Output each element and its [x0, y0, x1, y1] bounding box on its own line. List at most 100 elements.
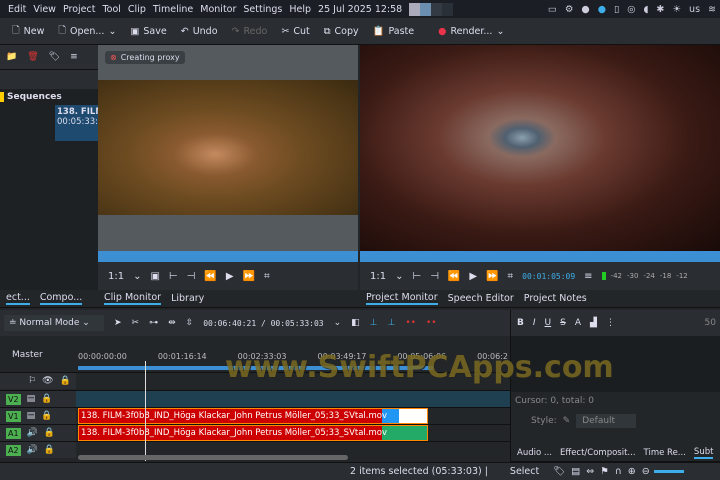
- new-button[interactable]: 🗋 New: [12, 23, 44, 39]
- cut-button[interactable]: ✂ Cut: [281, 26, 309, 37]
- horizontal-scrollbar[interactable]: [78, 455, 348, 460]
- flag-icon[interactable]: ⚑: [600, 466, 609, 477]
- magnet-icon[interactable]: ∩: [615, 466, 622, 477]
- menu-tool[interactable]: Tool: [102, 4, 120, 15]
- copy-button[interactable]: ⧉ Copy: [324, 26, 359, 37]
- menu-monitor[interactable]: Monitor: [200, 4, 236, 15]
- render-button[interactable]: ● Render... ⌄: [438, 26, 504, 37]
- film-icon[interactable]: ▤: [27, 411, 36, 421]
- video-clip[interactable]: 138. FILM-3f0b8_IND_Höga Klackar_John Pe…: [78, 408, 428, 424]
- clip-monitor-ruler[interactable]: [98, 251, 358, 262]
- audio-clip[interactable]: 138. FILM-3f0b8_IND_Höga Klackar_John Pe…: [78, 425, 428, 441]
- bluetooth-icon[interactable]: ✱: [657, 4, 665, 15]
- zoom-icon[interactable]: ⌗: [508, 271, 514, 282]
- tag-icon[interactable]: 🏷: [553, 466, 565, 477]
- color-icon[interactable]: ▟: [590, 318, 597, 328]
- overlay-icon[interactable]: ▣: [150, 271, 159, 282]
- insert-icon[interactable]: ⊥: [370, 318, 378, 328]
- set-in-icon[interactable]: ⊢: [169, 271, 178, 282]
- undo-button[interactable]: ↶ Undo: [181, 26, 218, 37]
- cancel-icon[interactable]: ⊗: [110, 53, 117, 62]
- menu-clip[interactable]: Clip: [128, 4, 146, 15]
- project-timecode[interactable]: 00:01:05:09: [522, 272, 575, 281]
- menu-project[interactable]: Project: [63, 4, 96, 15]
- forward-icon[interactable]: ⏩: [243, 271, 255, 282]
- project-monitor-ruler[interactable]: [360, 251, 720, 262]
- menu-view[interactable]: View: [33, 4, 56, 15]
- extract-icon[interactable]: ••: [426, 318, 437, 328]
- bin-folder-sequences[interactable]: Sequences: [0, 89, 98, 104]
- tab-effect-composition[interactable]: Effect/Composit...: [560, 448, 636, 458]
- media-icon[interactable]: ◎: [627, 4, 635, 15]
- paste-button[interactable]: 📋 Paste: [373, 26, 415, 37]
- menu-settings[interactable]: Settings: [243, 4, 282, 15]
- edit-mode-select[interactable]: ≐ Normal Mode ⌄: [4, 315, 104, 331]
- battery-icon[interactable]: ▯: [614, 4, 619, 15]
- keyboard-layout[interactable]: us: [689, 4, 700, 15]
- spacer-icon[interactable]: ⊶: [149, 318, 158, 328]
- workspace-pager[interactable]: [409, 2, 454, 16]
- tab-clip-monitor[interactable]: Clip Monitor: [104, 292, 162, 305]
- play-icon[interactable]: ▶: [226, 271, 234, 282]
- snap-icon[interactable]: ⇔: [586, 466, 594, 477]
- zoom-in-icon[interactable]: ⊕: [628, 466, 636, 477]
- volume-icon[interactable]: ◖: [644, 4, 649, 15]
- speaker-icon[interactable]: 🔊: [27, 445, 38, 455]
- steam-icon[interactable]: ●: [581, 4, 589, 15]
- select-tool-icon[interactable]: ➤: [114, 318, 122, 328]
- underline-icon[interactable]: U: [545, 318, 552, 328]
- open-button[interactable]: 🗋 Open... ⌄: [58, 23, 116, 39]
- film-icon[interactable]: ▤: [571, 466, 580, 477]
- overwrite-icon[interactable]: ⊥: [388, 318, 396, 328]
- playhead[interactable]: [145, 361, 146, 461]
- rewind-icon[interactable]: ⏪: [448, 271, 460, 282]
- telegram-icon[interactable]: ●: [598, 4, 606, 15]
- speaker-icon[interactable]: 🔊: [27, 428, 38, 438]
- clip-zoom-select[interactable]: 1:1: [108, 271, 124, 282]
- font-size-input[interactable]: 50: [705, 318, 720, 328]
- tag-icon[interactable]: 🏷: [49, 52, 60, 62]
- zoom-icon[interactable]: ⌗: [264, 271, 270, 282]
- zoom-out-icon[interactable]: ⊖: [642, 466, 650, 477]
- wifi-icon[interactable]: ≋: [708, 4, 716, 15]
- save-button[interactable]: ▣ Save: [130, 26, 166, 37]
- tab-compositions[interactable]: Compo...: [39, 292, 83, 305]
- split-view-icon[interactable]: ◧: [351, 318, 360, 328]
- play-icon[interactable]: ▶: [469, 271, 477, 282]
- eye-icon[interactable]: 👁: [42, 376, 53, 386]
- tab-audio[interactable]: Audio ...: [517, 448, 552, 458]
- style-select[interactable]: Default: [576, 414, 637, 428]
- strike-icon[interactable]: S: [560, 318, 566, 328]
- edit-style-icon[interactable]: ✎: [563, 416, 571, 426]
- lock-icon[interactable]: 🔒: [60, 376, 71, 386]
- menu-timeline[interactable]: Timeline: [153, 4, 193, 15]
- set-out-icon[interactable]: ⊣: [187, 271, 196, 282]
- tab-project-notes[interactable]: Project Notes: [524, 293, 587, 304]
- folder-icon[interactable]: 📁: [6, 52, 17, 62]
- rewind-icon[interactable]: ⏪: [204, 271, 216, 282]
- lock-icon[interactable]: 🔒: [44, 445, 55, 455]
- italic-icon[interactable]: I: [533, 318, 536, 328]
- delete-icon[interactable]: 🗑: [27, 52, 38, 62]
- bold-icon[interactable]: B: [517, 318, 524, 328]
- settings-icon[interactable]: ⚙: [565, 4, 574, 15]
- redo-button[interactable]: ↷ Redo: [232, 26, 268, 37]
- menu-icon[interactable]: ≡: [584, 271, 592, 282]
- project-zoom-select[interactable]: 1:1: [370, 271, 386, 282]
- tab-speech-editor[interactable]: Speech Editor: [448, 293, 514, 304]
- slip-icon[interactable]: ⇹: [168, 318, 176, 328]
- zoom-slider[interactable]: [653, 470, 684, 473]
- more-icon[interactable]: ⋮: [606, 318, 615, 328]
- set-out-icon[interactable]: ⊣: [430, 271, 439, 282]
- forward-icon[interactable]: ⏩: [486, 271, 498, 282]
- set-in-icon[interactable]: ⊢: [412, 271, 421, 282]
- menu-help[interactable]: Help: [289, 4, 311, 15]
- lock-icon[interactable]: 🔒: [44, 428, 55, 438]
- lock-icon[interactable]: 🔒: [41, 411, 52, 421]
- lock-icon[interactable]: 🔒: [41, 394, 52, 404]
- composite-icon[interactable]: ⚐: [28, 376, 36, 386]
- font-icon[interactable]: A: [575, 318, 581, 328]
- bin-clip-item[interactable]: 138. FILM 00:05:33:0: [55, 105, 98, 141]
- menu-edit[interactable]: Edit: [8, 4, 26, 15]
- film-icon[interactable]: ▤: [27, 394, 36, 404]
